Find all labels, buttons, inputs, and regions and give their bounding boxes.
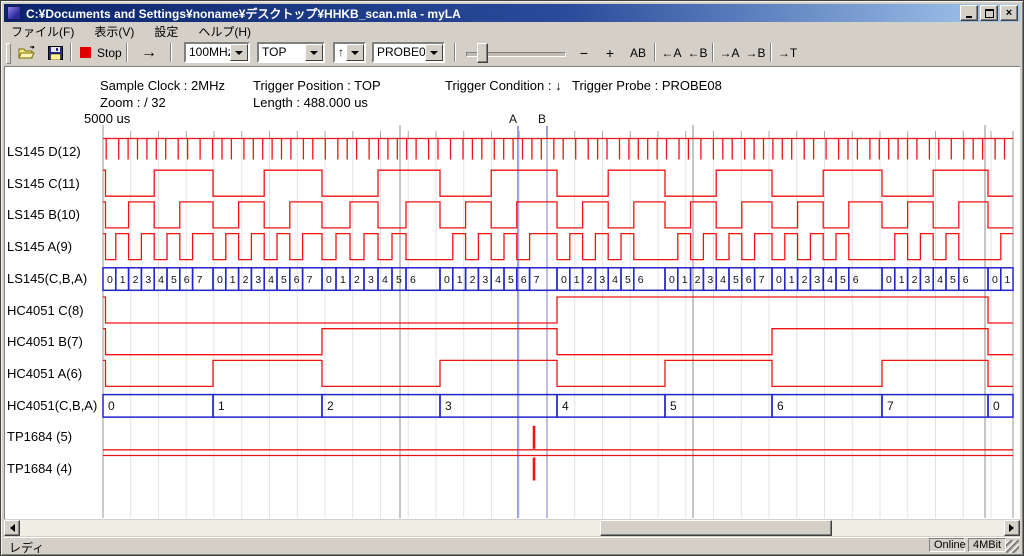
scroll-left-button[interactable] [4,520,20,536]
horizontal-scrollbar[interactable] [4,520,1020,536]
cursor-a-line[interactable]: A [517,126,519,518]
resize-grip-icon[interactable] [1006,540,1019,553]
cursor-a-label: A [509,112,517,126]
cursor-b-line[interactable]: B [546,126,548,518]
scroll-right-button[interactable] [1004,520,1020,536]
scrollbar-thumb[interactable] [600,520,832,536]
status-bar: レディ Online 4MBit [4,537,1020,554]
cursor-b-label: B [538,112,546,126]
status-memory-panel: 4MBit [968,538,1006,552]
cursor-layer: AB [0,0,1024,556]
status-ready-text: レディ [9,539,44,556]
status-online-panel: Online [929,538,965,552]
